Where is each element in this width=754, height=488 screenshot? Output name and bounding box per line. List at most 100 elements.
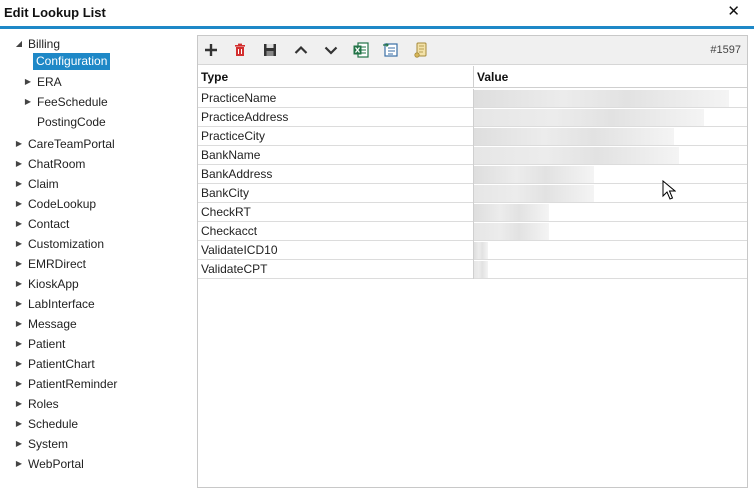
tree-node-billing[interactable]: ◢ Billing (14, 35, 94, 53)
type-cell[interactable]: PracticeCity (198, 127, 474, 146)
tree-node-label: ERA (37, 75, 62, 89)
tree-node-roles[interactable]: ▶ Roles (14, 395, 164, 413)
value-cell[interactable] (474, 127, 747, 146)
collapsed-triangle-icon[interactable]: ▶ (14, 395, 24, 413)
collapsed-triangle-icon[interactable]: ▶ (14, 295, 24, 313)
table-row[interactable]: PracticeName (198, 89, 747, 108)
scroll-icon[interactable] (412, 41, 430, 59)
column-header-value[interactable]: Value (474, 66, 747, 88)
collapsed-triangle-icon[interactable]: ▶ (14, 255, 24, 273)
table-row[interactable]: BankName (198, 146, 747, 165)
tree-node-label: WebPortal (28, 457, 84, 471)
value-cell[interactable] (474, 108, 747, 127)
collapsed-triangle-icon[interactable]: ▶ (23, 93, 33, 111)
type-cell[interactable]: CheckRT (198, 203, 474, 222)
redacted-value (474, 223, 549, 240)
collapsed-triangle-icon[interactable]: ▶ (14, 235, 24, 253)
tree-node-customization[interactable]: ▶ Customization (14, 235, 164, 253)
tree-node-patientchart[interactable]: ▶ PatientChart (14, 355, 164, 373)
value-cell[interactable] (474, 89, 747, 108)
tree-node-patientreminder[interactable]: ▶ PatientReminder (14, 375, 164, 393)
value-cell[interactable] (474, 165, 747, 184)
type-cell[interactable]: BankName (198, 146, 474, 165)
type-cell[interactable]: ValidateCPT (198, 260, 474, 279)
title-bar: Edit Lookup List ✕ (0, 0, 754, 26)
table-row[interactable]: Checkacct (198, 222, 747, 241)
type-cell[interactable]: Checkacct (198, 222, 474, 241)
tree-node-label: PatientChart (28, 357, 95, 371)
lookup-list-panel: #1597 Type Value PracticeName PracticeAdd… (197, 35, 748, 488)
collapsed-triangle-icon[interactable]: ▶ (23, 73, 33, 91)
tree-node-label: Contact (28, 217, 70, 231)
value-cell[interactable] (474, 222, 747, 241)
tree-node-chatroom[interactable]: ▶ ChatRoom (14, 155, 164, 173)
tree-node-label: Schedule (28, 417, 79, 431)
tree-node-feeschedule[interactable]: ▶ FeeSchedule (23, 93, 123, 111)
tree-node-kioskapp[interactable]: ▶ KioskApp (14, 275, 164, 293)
table-row[interactable]: PracticeAddress (198, 108, 747, 127)
value-cell[interactable] (474, 184, 747, 203)
table-row[interactable]: ValidateCPT (198, 260, 747, 279)
tree-node-postingcode[interactable]: PostingCode (37, 113, 106, 131)
tree-node-schedule[interactable]: ▶ Schedule (14, 415, 164, 433)
tree-node-label: CodeLookup (28, 197, 97, 211)
tree-node-codelookup[interactable]: ▶ CodeLookup (14, 195, 164, 213)
type-cell[interactable]: PracticeName (198, 89, 474, 108)
collapsed-triangle-icon[interactable]: ▶ (14, 415, 24, 433)
import-icon[interactable] (382, 41, 400, 59)
collapsed-triangle-icon[interactable]: ▶ (14, 455, 24, 473)
tree-node-patient[interactable]: ▶ Patient (14, 335, 164, 353)
collapsed-triangle-icon[interactable]: ▶ (14, 355, 24, 373)
value-cell[interactable] (474, 241, 747, 260)
collapsed-triangle-icon[interactable]: ▶ (14, 335, 24, 353)
delete-icon[interactable] (231, 41, 249, 59)
table-row[interactable]: CheckRT (198, 203, 747, 222)
type-cell[interactable]: PracticeAddress (198, 108, 474, 127)
tree-node-label: Configuration (36, 54, 108, 68)
collapsed-triangle-icon[interactable]: ▶ (14, 375, 24, 393)
expanded-triangle-icon[interactable]: ◢ (14, 35, 24, 53)
tree-node-contact[interactable]: ▶ Contact (14, 215, 164, 233)
collapsed-triangle-icon[interactable]: ▶ (14, 215, 24, 233)
tree-node-label: PostingCode (37, 115, 106, 129)
window-title: Edit Lookup List (4, 5, 106, 20)
type-cell[interactable]: BankAddress (198, 165, 474, 184)
tree-node-claim[interactable]: ▶ Claim (14, 175, 164, 193)
collapsed-triangle-icon[interactable]: ▶ (14, 155, 24, 173)
collapsed-triangle-icon[interactable]: ▶ (14, 195, 24, 213)
table-row[interactable]: ValidateICD10 (198, 241, 747, 260)
tree-node-label: LabInterface (28, 297, 95, 311)
add-icon[interactable] (202, 41, 220, 59)
move-down-icon[interactable] (322, 41, 340, 59)
collapsed-triangle-icon[interactable]: ▶ (14, 275, 24, 293)
toolbar: #1597 (198, 36, 747, 65)
tree-node-system[interactable]: ▶ System (14, 435, 164, 453)
move-up-icon[interactable] (292, 41, 310, 59)
excel-export-icon[interactable] (352, 41, 370, 59)
tree-node-labinterface[interactable]: ▶ LabInterface (14, 295, 164, 313)
value-cell[interactable] (474, 146, 747, 165)
redacted-value (474, 128, 674, 145)
tree-node-careteamportal[interactable]: ▶ CareTeamPortal (14, 135, 164, 153)
tree-node-webportal[interactable]: ▶ WebPortal (14, 455, 164, 473)
value-cell[interactable] (474, 260, 747, 279)
value-cell[interactable] (474, 203, 747, 222)
type-cell[interactable]: ValidateICD10 (198, 241, 474, 260)
type-cell[interactable]: BankCity (198, 184, 474, 203)
collapsed-triangle-icon[interactable]: ▶ (14, 315, 24, 333)
tree-node-label: FeeSchedule (37, 95, 108, 109)
table-row[interactable]: PracticeCity (198, 127, 747, 146)
tree-node-emrdirect[interactable]: ▶ EMRDirect (14, 255, 164, 273)
close-icon[interactable]: ✕ (727, 4, 740, 20)
redacted-value (474, 90, 729, 107)
collapsed-triangle-icon[interactable]: ▶ (14, 175, 24, 193)
column-header-type[interactable]: Type (198, 66, 474, 88)
tree-node-message[interactable]: ▶ Message (14, 315, 164, 333)
collapsed-triangle-icon[interactable]: ▶ (14, 435, 24, 453)
save-icon[interactable] (261, 41, 279, 59)
collapsed-triangle-icon[interactable]: ▶ (14, 135, 24, 153)
tree-node-era[interactable]: ▶ ERA (23, 73, 103, 91)
record-count: #1597 (710, 44, 741, 56)
tree-node-label: CareTeamPortal (28, 137, 115, 151)
tree-node-configuration[interactable]: Configuration (33, 53, 111, 70)
